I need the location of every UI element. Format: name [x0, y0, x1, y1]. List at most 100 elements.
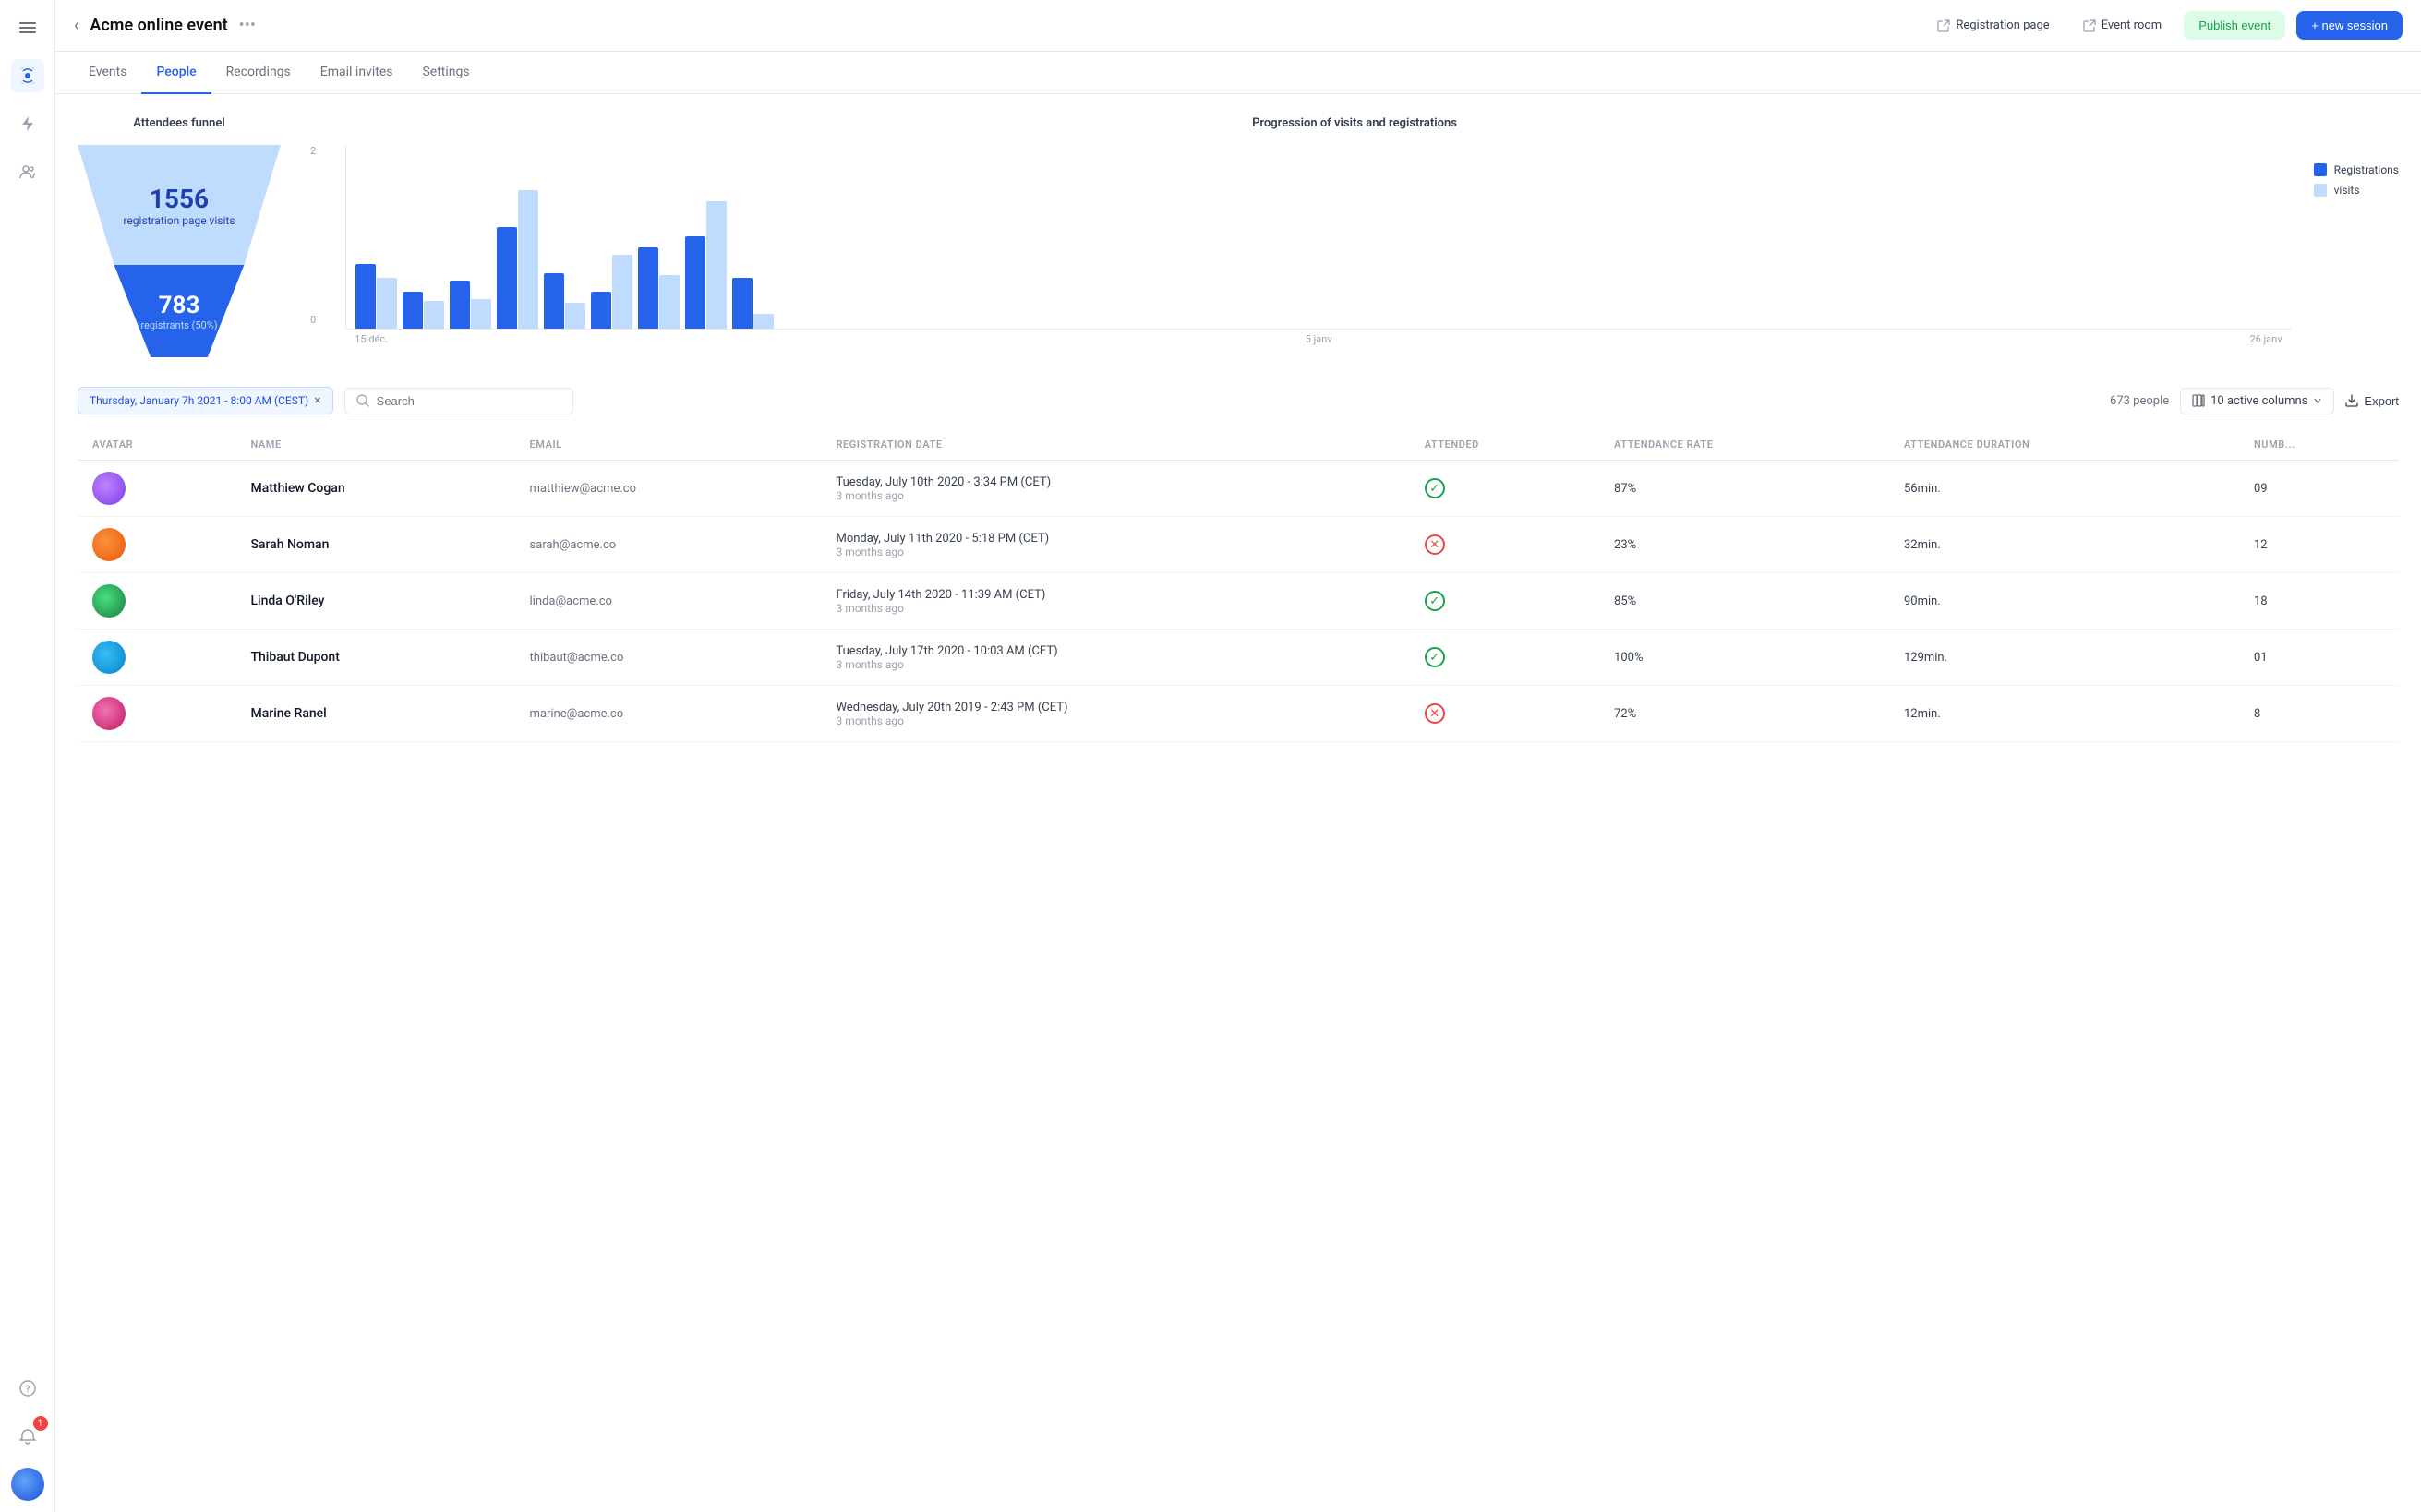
duration-cell: 129min. — [1889, 630, 2239, 686]
chart-y-max: 2 — [310, 145, 316, 157]
event-room-label: Event room — [2102, 18, 2162, 32]
bar-group-9 — [732, 278, 774, 329]
name-cell: Thibaut Dupont — [235, 630, 514, 686]
sidebar-notifications-icon[interactable]: 1 — [11, 1420, 44, 1453]
date-filter-tag[interactable]: Thursday, January 7h 2021 - 8:00 AM (CES… — [78, 387, 333, 414]
not-attended-x-icon: ✕ — [1425, 703, 1445, 724]
avatar-cell — [78, 573, 235, 630]
table-row: Matthiew Coganmatthiew@acme.coTuesday, J… — [78, 461, 2399, 517]
more-options-button[interactable]: ••• — [239, 16, 256, 35]
sidebar: ? 1 — [0, 0, 55, 1512]
registration-page-link[interactable]: Registration page — [1926, 13, 2060, 38]
table-row: Thibaut Dupontthibaut@acme.coTuesday, Ju… — [78, 630, 2399, 686]
number-cell: 8 — [2239, 686, 2399, 742]
sidebar-broadcast-icon[interactable] — [11, 59, 44, 92]
table-row: Marine Ranelmarine@acme.coWednesday, Jul… — [78, 686, 2399, 742]
bar-group-5 — [544, 273, 585, 329]
legend-registrations-label: Registrations — [2334, 163, 2399, 176]
sidebar-user-avatar[interactable] — [11, 1468, 44, 1501]
bar-group-4 — [497, 190, 538, 329]
email-cell: matthiew@acme.co — [515, 461, 822, 517]
bar-registrations-1 — [355, 264, 376, 329]
svg-text:?: ? — [25, 1385, 30, 1395]
event-room-external-icon — [2083, 19, 2096, 32]
data-table: AVATAR NAME EMAIL REGISTRATION DATE ATTE… — [78, 429, 2399, 742]
table-row: Sarah Nomansarah@acme.coMonday, July 11t… — [78, 517, 2399, 573]
funnel-title: Attendees funnel — [78, 116, 281, 130]
event-room-link[interactable]: Event room — [2072, 13, 2174, 38]
funnel-bottom-number: 783 — [159, 292, 200, 319]
bar-visits-9 — [753, 314, 774, 329]
email-cell: sarah@acme.co — [515, 517, 822, 573]
search-input[interactable] — [377, 394, 561, 408]
attended-check-icon: ✓ — [1425, 478, 1445, 498]
funnel-top-number: 1556 — [150, 184, 209, 214]
attended-cell: ✓ — [1410, 573, 1599, 630]
tab-events[interactable]: Events — [74, 52, 141, 94]
col-number: NUMB... — [2239, 429, 2399, 461]
columns-icon — [2192, 394, 2205, 407]
bar-registrations-6 — [591, 292, 611, 329]
legend-registrations-color — [2314, 163, 2327, 176]
new-session-button[interactable]: + new session — [2296, 11, 2403, 40]
bar-visits-4 — [518, 190, 538, 329]
filter-tag-remove[interactable]: × — [314, 393, 320, 408]
chart-legend: Registrations visits — [2314, 145, 2399, 348]
back-button[interactable]: ‹ — [74, 16, 78, 35]
topbar: ‹ Acme online event ••• Registration pag… — [55, 0, 2421, 52]
avatar-cell — [78, 461, 235, 517]
attended-check-icon: ✓ — [1425, 591, 1445, 611]
export-label: Export — [2364, 394, 2399, 408]
number-cell: 01 — [2239, 630, 2399, 686]
bar-group-1 — [355, 264, 397, 329]
bar-group-7 — [638, 247, 680, 329]
date-cell: Friday, July 14th 2020 - 11:39 AM (CET)3… — [821, 573, 1409, 630]
sidebar-help-icon[interactable]: ? — [11, 1372, 44, 1405]
legend-registrations: Registrations — [2314, 163, 2399, 176]
sidebar-people-icon[interactable] — [11, 155, 44, 188]
tab-settings[interactable]: Settings — [407, 52, 484, 94]
name-cell: Matthiew Cogan — [235, 461, 514, 517]
bar-registrations-8 — [685, 236, 705, 329]
chart-wrapper: 15 déc. 5 janv 26 janv — [345, 145, 2291, 348]
col-attendance-rate: ATTENDANCE RATE — [1599, 429, 1889, 461]
tab-email-invites[interactable]: Email invites — [306, 52, 408, 94]
filter-tag-label: Thursday, January 7h 2021 - 8:00 AM (CES… — [90, 394, 308, 407]
funnel-chart: 1556 registration page visits 783 regist… — [78, 145, 281, 357]
legend-visits: visits — [2314, 184, 2399, 197]
export-button[interactable]: Export — [2345, 394, 2399, 408]
sidebar-menu-icon[interactable] — [11, 11, 44, 44]
search-icon — [356, 394, 369, 407]
duration-cell: 90min. — [1889, 573, 2239, 630]
date-cell: Wednesday, July 20th 2019 - 2:43 PM (CET… — [821, 686, 1409, 742]
duration-cell: 12min. — [1889, 686, 2239, 742]
attended-cell: ✓ — [1410, 630, 1599, 686]
search-box[interactable] — [344, 388, 573, 414]
tab-people[interactable]: People — [141, 52, 211, 94]
bar-registrations-5 — [544, 273, 564, 329]
tab-recordings[interactable]: Recordings — [211, 52, 306, 94]
chevron-down-icon — [2313, 396, 2322, 405]
main-content: ‹ Acme online event ••• Registration pag… — [55, 0, 2421, 1512]
col-attended: ATTENDED — [1410, 429, 1599, 461]
columns-button[interactable]: 10 active columns — [2180, 388, 2334, 414]
bar-visits-5 — [565, 303, 585, 329]
email-cell: linda@acme.co — [515, 573, 822, 630]
legend-visits-label: visits — [2334, 184, 2360, 197]
funnel-section: Attendees funnel 1556 registration page … — [78, 116, 281, 357]
date-cell: Monday, July 11th 2020 - 5:18 PM (CET)3 … — [821, 517, 1409, 573]
email-cell: marine@acme.co — [515, 686, 822, 742]
registration-page-label: Registration page — [1956, 18, 2049, 32]
col-name: NAME — [235, 429, 514, 461]
sidebar-lightning-icon[interactable] — [11, 107, 44, 140]
col-email: EMAIL — [515, 429, 822, 461]
name-cell: Linda O'Riley — [235, 573, 514, 630]
avatar-cell — [78, 517, 235, 573]
email-cell: thibaut@acme.co — [515, 630, 822, 686]
table-row: Linda O'Rileylinda@acme.coFriday, July 1… — [78, 573, 2399, 630]
publish-event-button[interactable]: Publish event — [2184, 11, 2285, 40]
bar-group-2 — [403, 292, 444, 329]
col-avatar: AVATAR — [78, 429, 235, 461]
chart-x-labels: 15 déc. 5 janv 26 janv — [345, 330, 2291, 345]
external-link-icon — [1937, 19, 1950, 32]
